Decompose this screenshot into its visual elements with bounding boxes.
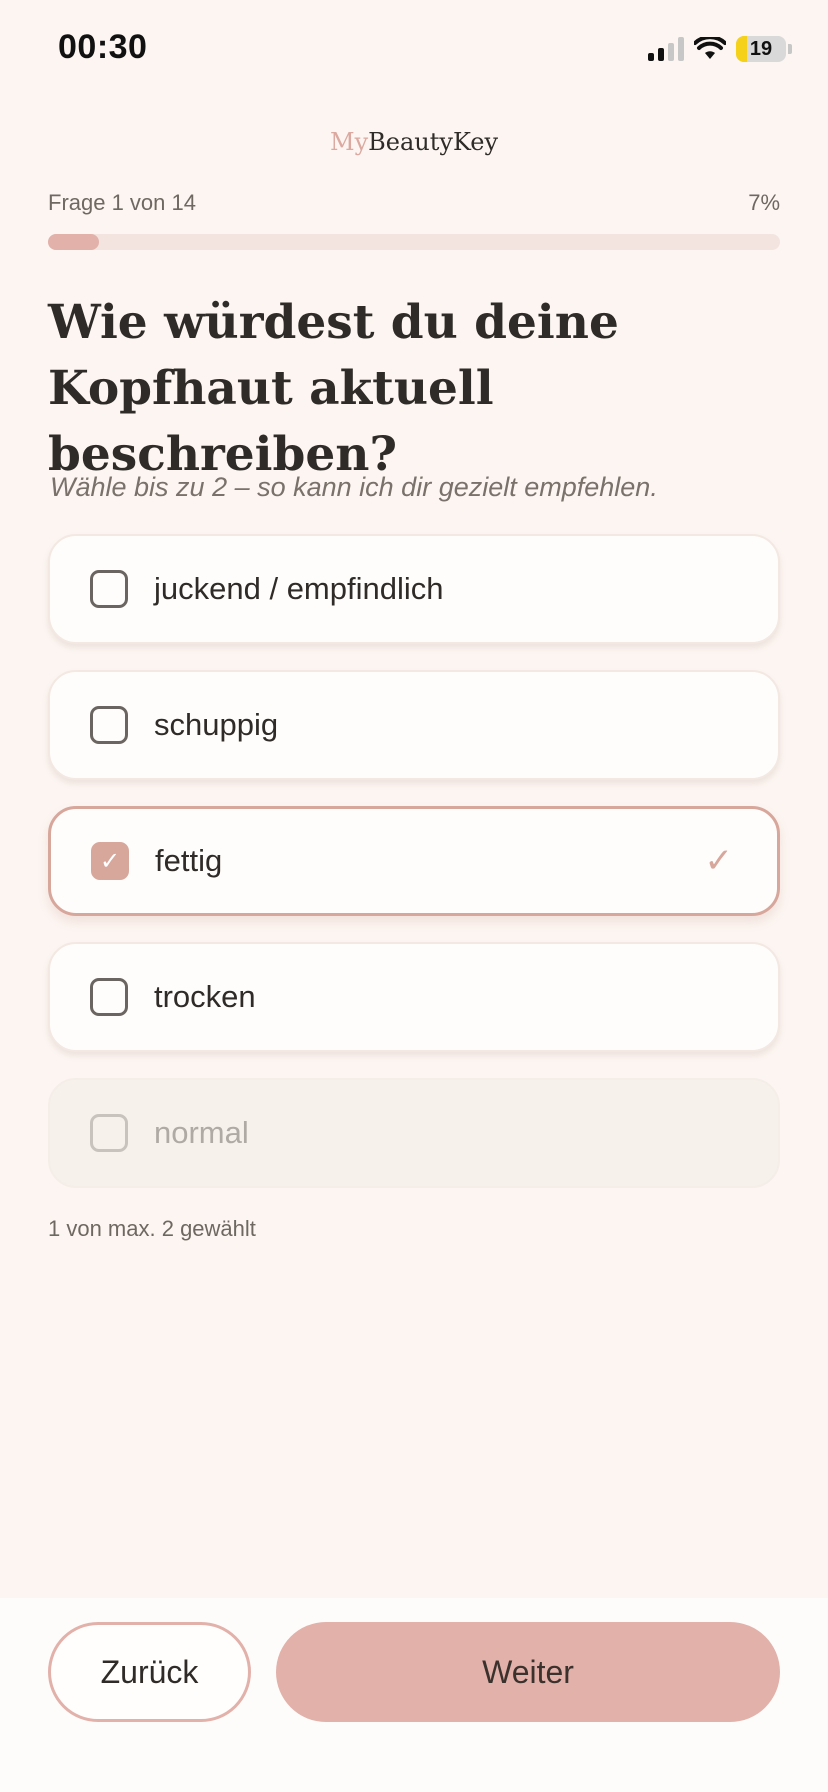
brand-logo: MyBeautyKey	[0, 128, 828, 156]
option-label: juckend / empfindlich	[154, 571, 444, 606]
option-trocken[interactable]: trocken	[48, 942, 780, 1052]
option-label: fettig	[155, 843, 223, 878]
checkbox-icon[interactable]	[90, 570, 128, 608]
brand-name: BeautyKey	[368, 128, 498, 156]
checkbox-icon[interactable]	[90, 978, 128, 1016]
option-list: juckend / empfindlich schuppig ✓ fettig …	[48, 534, 780, 1214]
progress-fill	[48, 234, 100, 250]
battery-level: 19	[749, 37, 773, 60]
option-label: schuppig	[154, 707, 279, 742]
wifi-icon	[694, 37, 726, 59]
battery-icon: 19	[736, 36, 786, 62]
progress-bar	[48, 234, 780, 250]
back-button[interactable]: Zurück	[48, 1622, 251, 1722]
check-icon: ✓	[704, 842, 734, 880]
status-bar: 00:30 19	[0, 0, 828, 100]
status-time: 00:30	[58, 28, 148, 66]
option-juckend[interactable]: juckend / empfindlich	[48, 534, 780, 644]
signal-icon	[648, 37, 684, 61]
footer-bar: Zurück Weiter	[0, 1598, 828, 1792]
question-hint: Wähle bis zu 2 – so kann ich dir gezielt…	[50, 472, 658, 502]
checkbox-icon[interactable]	[90, 706, 128, 744]
status-icons: 19	[648, 34, 792, 64]
option-label: trocken	[154, 979, 256, 1014]
option-schuppig[interactable]: schuppig	[48, 670, 780, 780]
progress-label: Frage 1 von 14	[48, 190, 196, 215]
brand-prefix: My	[330, 128, 369, 156]
progress-header: Frage 1 von 14 7%	[48, 190, 780, 216]
question-title: Wie würdest du deine Kopfhaut aktuell be…	[48, 295, 619, 482]
option-label: normal	[154, 1115, 249, 1150]
progress-percent: 7%	[748, 190, 780, 215]
option-normal: normal	[48, 1078, 780, 1188]
selection-count: 1 von max. 2 gewählt	[48, 1216, 256, 1241]
next-button[interactable]: Weiter	[276, 1622, 780, 1722]
option-fettig[interactable]: ✓ fettig ✓	[48, 806, 780, 916]
checkbox-checked-icon[interactable]: ✓	[91, 842, 129, 880]
battery-cap	[788, 44, 792, 54]
checkbox-disabled-icon	[90, 1114, 128, 1152]
